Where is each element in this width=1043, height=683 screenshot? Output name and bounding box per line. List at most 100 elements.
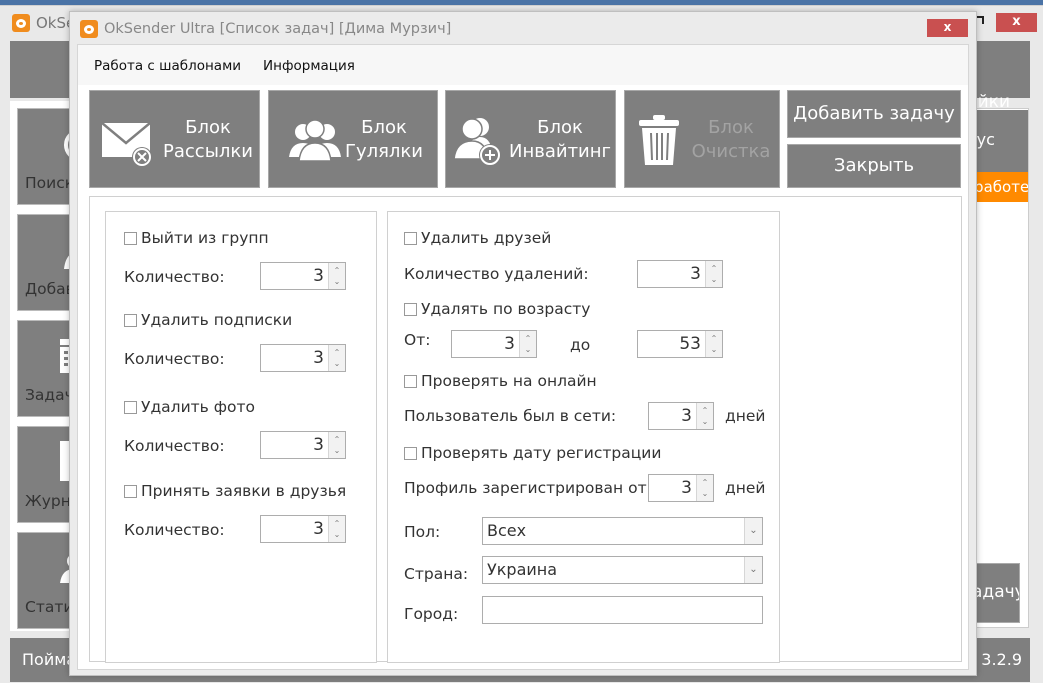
check-registration-checkbox[interactable]: Проверять дату регистрации bbox=[404, 444, 661, 462]
checkbox-box[interactable] bbox=[124, 400, 137, 414]
age-from-label: От: bbox=[404, 331, 431, 349]
stepper-arrows[interactable]: ⌃ ⌄ bbox=[705, 261, 722, 287]
tile-label-line2: Гулялки bbox=[344, 141, 424, 162]
main-add-task-label: Добавить задачу bbox=[976, 582, 1019, 602]
gender-select[interactable]: Всех ⌄ bbox=[482, 517, 763, 545]
checkbox-label: Принять заявки в друзья bbox=[141, 482, 347, 500]
chevron-up-icon[interactable]: ⌃ bbox=[334, 434, 341, 445]
checkbox-box[interactable] bbox=[124, 313, 137, 327]
chevron-up-icon[interactable]: ⌃ bbox=[702, 477, 709, 488]
tile-cleanup-block[interactable]: Блок Очистка bbox=[624, 90, 780, 188]
checkbox-label: Удалить фото bbox=[141, 398, 255, 416]
stepper-arrows[interactable]: ⌃ ⌄ bbox=[696, 403, 713, 429]
stepper-arrows[interactable]: ⌃ ⌄ bbox=[328, 432, 345, 458]
tile-label-line1: Блок bbox=[361, 117, 407, 138]
task-dialog: OkSender Ultra [Список задач] [Дима Мурз… bbox=[69, 11, 977, 676]
chevron-down-icon[interactable]: ⌄ bbox=[334, 358, 341, 369]
stepper-value[interactable]: 3 bbox=[261, 432, 328, 458]
city-input[interactable] bbox=[482, 596, 763, 624]
chevron-down-icon[interactable]: ⌄ bbox=[702, 416, 709, 427]
city-label: Город: bbox=[404, 605, 459, 623]
checkbox-box[interactable] bbox=[404, 374, 417, 388]
tile-mailing-block[interactable]: Блок Рассылки bbox=[89, 90, 260, 188]
accept-friend-requests-checkbox[interactable]: Принять заявки в друзья bbox=[124, 482, 346, 500]
gender-select-value[interactable]: Всех bbox=[483, 518, 744, 544]
stepper-value[interactable]: 3 bbox=[261, 263, 328, 289]
status-column-header: Статус bbox=[937, 110, 1028, 172]
chevron-up-icon[interactable]: ⌃ bbox=[525, 333, 532, 344]
stepper-value[interactable]: 3 bbox=[261, 345, 328, 371]
chevron-down-icon[interactable]: ⌄ bbox=[334, 529, 341, 540]
country-select[interactable]: Украина ⌄ bbox=[482, 556, 763, 584]
remove-subscriptions-checkbox[interactable]: Удалить подписки bbox=[124, 311, 292, 329]
delete-count-label: Количество удалений: bbox=[404, 265, 589, 283]
chevron-up-icon[interactable]: ⌃ bbox=[334, 518, 341, 529]
chevron-down-icon[interactable]: ⌄ bbox=[711, 274, 718, 285]
dialog-close-button[interactable]: x bbox=[927, 19, 968, 37]
tile-walking-block[interactable]: Блок Гулялки bbox=[268, 90, 438, 188]
dialog-title: OkSender Ultra [Список задач] [Дима Мурз… bbox=[80, 20, 451, 38]
last-online-stepper[interactable]: 3 ⌃ ⌄ bbox=[648, 402, 714, 430]
checkbox-label: Проверять дату регистрации bbox=[421, 444, 662, 462]
stepper-arrows[interactable]: ⌃ ⌄ bbox=[328, 516, 345, 542]
tile-inviting-block[interactable]: Блок Инвайтинг bbox=[445, 90, 616, 188]
delete-friends-checkbox[interactable]: Удалить друзей bbox=[404, 229, 551, 247]
checkbox-box[interactable] bbox=[124, 484, 137, 498]
chevron-down-icon[interactable]: ⌄ bbox=[334, 445, 341, 456]
stepper-value[interactable]: 3 bbox=[649, 403, 696, 429]
checkbox-box[interactable] bbox=[404, 231, 417, 245]
chevron-down-icon[interactable]: ⌄ bbox=[711, 344, 718, 355]
country-select-value[interactable]: Украина bbox=[483, 557, 744, 583]
count-label: Количество: bbox=[124, 268, 225, 286]
last-online-unit: дней bbox=[725, 407, 766, 425]
chevron-down-icon[interactable]: ⌄ bbox=[334, 276, 341, 287]
chevron-down-icon[interactable]: ⌄ bbox=[744, 518, 762, 544]
stepper-arrows[interactable]: ⌃ ⌄ bbox=[328, 345, 345, 371]
add-task-button[interactable]: Добавить задачу bbox=[787, 90, 961, 138]
tile-label-line1: Блок bbox=[537, 117, 583, 138]
stepper-value[interactable]: 3 bbox=[649, 475, 696, 501]
app-logo-icon bbox=[12, 14, 30, 32]
stepper-value[interactable]: 53 bbox=[638, 331, 705, 357]
remove-subscriptions-count-stepper[interactable]: 3 ⌃ ⌄ bbox=[260, 344, 346, 372]
stepper-value[interactable]: 3 bbox=[452, 331, 519, 357]
chevron-up-icon[interactable]: ⌃ bbox=[334, 265, 341, 276]
checkbox-box[interactable] bbox=[404, 302, 417, 316]
age-to-stepper[interactable]: 53 ⌃ ⌄ bbox=[637, 330, 723, 358]
stepper-value[interactable]: 3 bbox=[638, 261, 705, 287]
leave-groups-checkbox[interactable]: Выйти из групп bbox=[124, 229, 269, 247]
menu-info[interactable]: Информация bbox=[263, 58, 355, 74]
menu-bar: Работа с шаблонами Информация bbox=[78, 45, 968, 85]
stepper-arrows[interactable]: ⌃ ⌄ bbox=[519, 331, 536, 357]
remove-photos-count-stepper[interactable]: 3 ⌃ ⌄ bbox=[260, 431, 346, 459]
chevron-up-icon[interactable]: ⌃ bbox=[334, 347, 341, 358]
age-from-stepper[interactable]: 3 ⌃ ⌄ bbox=[451, 330, 537, 358]
count-label: Количество: bbox=[124, 350, 225, 368]
delete-by-age-checkbox[interactable]: Удалять по возрасту bbox=[404, 300, 590, 318]
check-online-checkbox[interactable]: Проверять на онлайн bbox=[404, 372, 597, 390]
accept-friend-requests-count-stepper[interactable]: 3 ⌃ ⌄ bbox=[260, 515, 346, 543]
delete-count-stepper[interactable]: 3 ⌃ ⌄ bbox=[637, 260, 723, 288]
leave-groups-count-stepper[interactable]: 3 ⌃ ⌄ bbox=[260, 262, 346, 290]
remove-photos-checkbox[interactable]: Удалить фото bbox=[124, 398, 255, 416]
registered-stepper[interactable]: 3 ⌃ ⌄ bbox=[648, 474, 714, 502]
status-badge-text: В работе bbox=[975, 178, 1028, 196]
checkbox-box[interactable] bbox=[404, 446, 417, 460]
stepper-arrows[interactable]: ⌃ ⌄ bbox=[705, 331, 722, 357]
checkbox-box[interactable] bbox=[124, 231, 137, 245]
main-close-button[interactable]: x bbox=[996, 13, 1037, 32]
chevron-down-icon[interactable]: ⌄ bbox=[702, 488, 709, 499]
stepper-value[interactable]: 3 bbox=[261, 516, 328, 542]
maximize-icon[interactable] bbox=[976, 16, 984, 24]
chevron-down-icon[interactable]: ⌄ bbox=[525, 344, 532, 355]
stepper-arrows[interactable]: ⌃ ⌄ bbox=[696, 475, 713, 501]
stepper-arrows[interactable]: ⌃ ⌄ bbox=[328, 263, 345, 289]
chevron-down-icon[interactable]: ⌄ bbox=[744, 557, 762, 583]
menu-templates[interactable]: Работа с шаблонами bbox=[94, 58, 241, 74]
chevron-up-icon[interactable]: ⌃ bbox=[711, 333, 718, 344]
close-button[interactable]: Закрыть bbox=[787, 144, 961, 188]
chevron-up-icon[interactable]: ⌃ bbox=[702, 405, 709, 416]
dialog-content: Работа с шаблонами Информация Блок Рассы… bbox=[77, 44, 969, 670]
chevron-up-icon[interactable]: ⌃ bbox=[711, 263, 718, 274]
main-add-task-button[interactable]: Добавить задачу bbox=[975, 563, 1020, 623]
